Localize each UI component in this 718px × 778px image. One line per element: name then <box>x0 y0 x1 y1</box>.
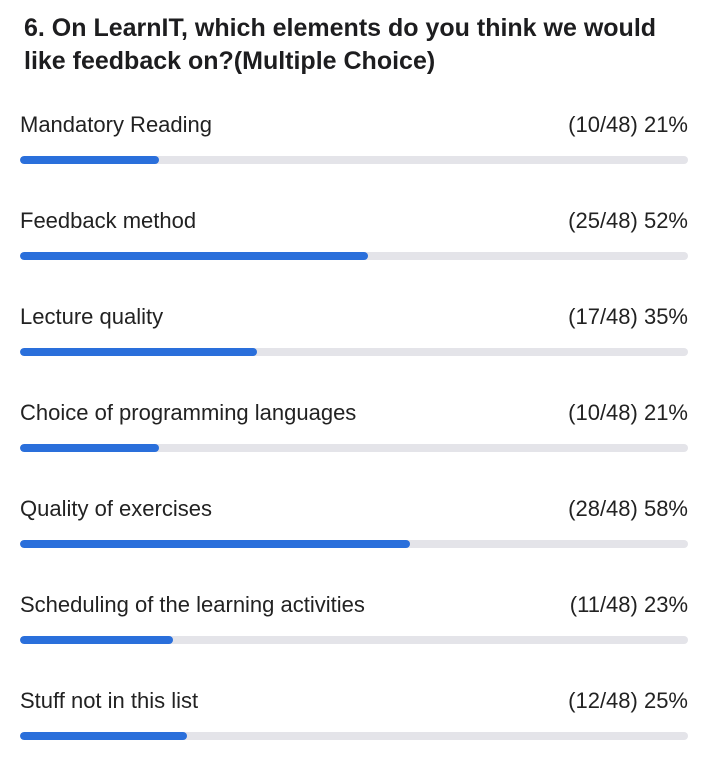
progress-track <box>20 732 688 740</box>
option-result: (10/48) 21% <box>568 112 688 137</box>
option-result: (12/48) 25% <box>568 688 688 713</box>
option-item: Stuff not in this list (12/48) 25% <box>20 682 688 778</box>
question-title: 6. On LearnIT, which elements do you thi… <box>24 14 657 75</box>
progress-track <box>20 252 688 260</box>
option-label: Stuff not in this list <box>20 688 199 713</box>
option-label: Quality of exercises <box>20 496 212 521</box>
option-item: Lecture quality (17/48) 35% <box>20 298 688 394</box>
option-item: Mandatory Reading (10/48) 21% <box>20 106 688 202</box>
option-label: Mandatory Reading <box>20 112 213 137</box>
option-result: (17/48) 35% <box>568 304 688 329</box>
poll-results: 6. On LearnIT, which elements do you thi… <box>0 0 718 754</box>
progress-fill <box>20 252 368 260</box>
progress-fill <box>20 636 174 644</box>
options-list: Mandatory Reading (10/48) 21% Feedback m… <box>20 106 688 778</box>
option-item: Feedback method (25/48) 52% <box>20 202 688 298</box>
option-label: Choice of programming languages <box>20 400 357 425</box>
option-result: (10/48) 21% <box>568 400 688 425</box>
option-result: (11/48) 23% <box>569 592 688 617</box>
progress-fill <box>20 348 257 356</box>
progress-track <box>20 444 688 452</box>
progress-fill <box>20 732 187 740</box>
progress-fill <box>20 156 160 164</box>
progress-track <box>20 540 688 548</box>
option-item: Quality of exercises (28/48) 58% <box>20 490 688 586</box>
option-result: (25/48) 52% <box>568 208 688 233</box>
option-label: Scheduling of the learning activities <box>20 592 365 617</box>
option-item: Scheduling of the learning activities (1… <box>20 586 688 682</box>
progress-track <box>20 636 688 644</box>
option-item: Choice of programming languages (10/48) … <box>20 394 688 490</box>
progress-fill <box>20 444 160 452</box>
progress-track <box>20 348 688 356</box>
option-label: Lecture quality <box>20 304 164 329</box>
progress-track <box>20 156 688 164</box>
progress-fill <box>20 540 410 548</box>
option-result: (28/48) 58% <box>568 496 688 521</box>
option-label: Feedback method <box>20 208 197 233</box>
